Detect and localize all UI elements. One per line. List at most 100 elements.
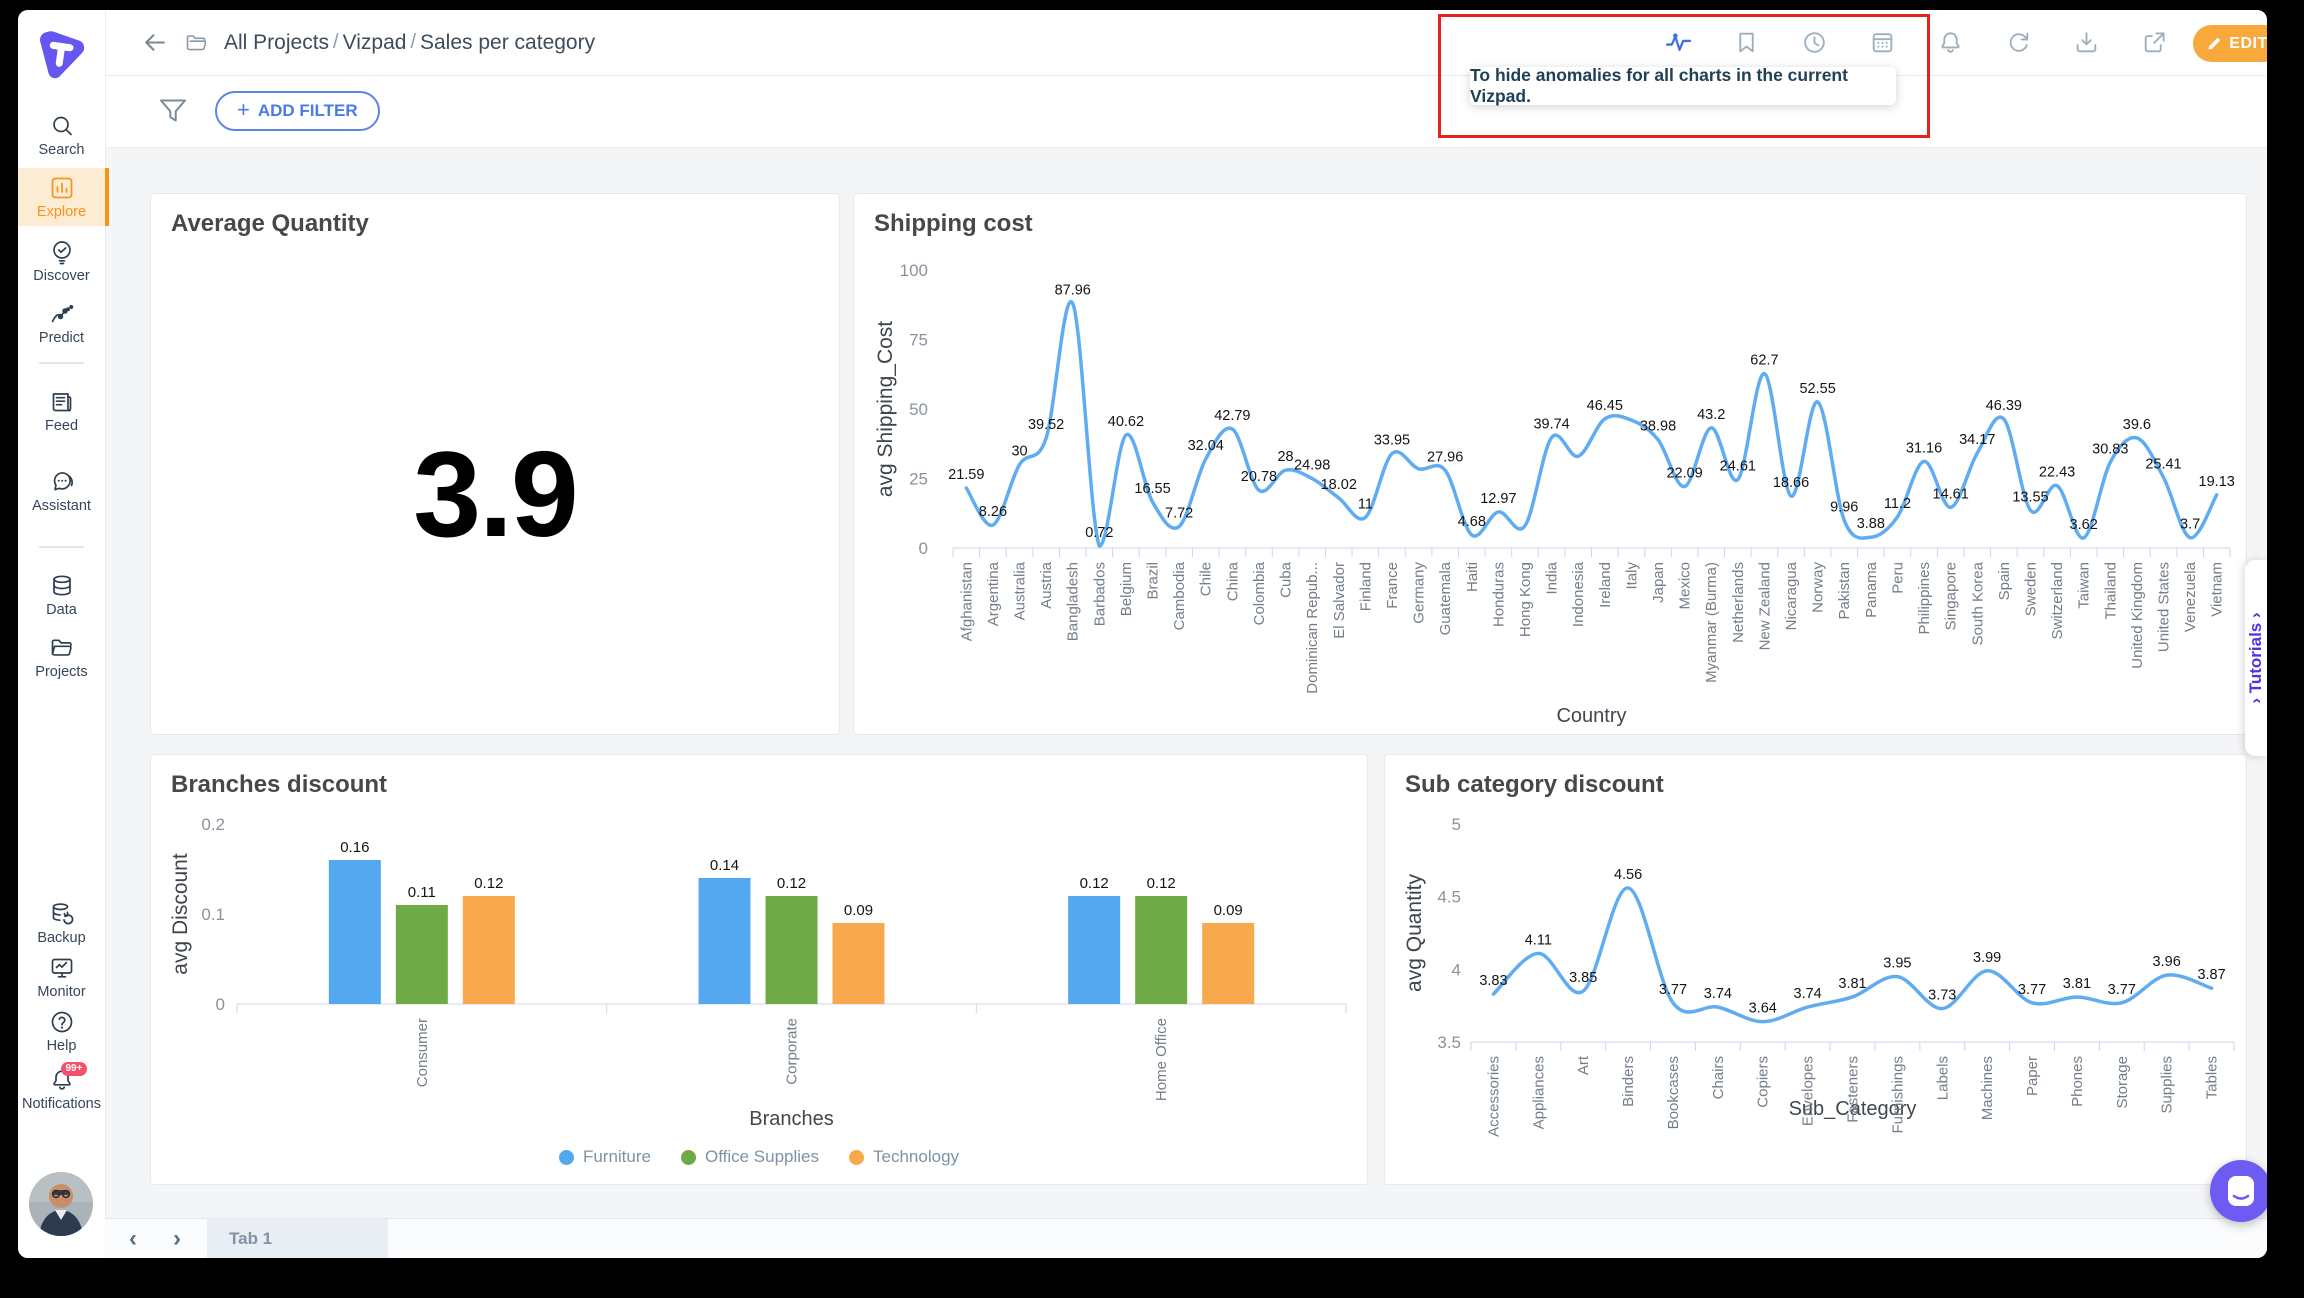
bookmark-icon[interactable] bbox=[1733, 29, 1760, 56]
notifications-icon: 99+ bbox=[49, 1067, 75, 1093]
breadcrumb-separator: / bbox=[410, 31, 416, 54]
svg-text:5: 5 bbox=[1452, 815, 1461, 834]
svg-text:Accessories: Accessories bbox=[1485, 1056, 1502, 1137]
back-arrow-icon[interactable] bbox=[141, 29, 168, 56]
sidebar-item-data[interactable]: Data bbox=[18, 566, 105, 624]
tab-next-button[interactable]: › bbox=[157, 1219, 197, 1258]
bar-furniture[interactable] bbox=[1068, 896, 1120, 1004]
add-filter-button[interactable]: + ADD FILTER bbox=[215, 91, 380, 131]
svg-text:Bangladesh: Bangladesh bbox=[1065, 562, 1082, 641]
sidebar-item-notifications[interactable]: 99+ Notifications bbox=[18, 1060, 105, 1118]
svg-text:3.73: 3.73 bbox=[1928, 988, 1956, 1004]
sidebar: Search Explore DiscoverPredict Feed Assistan… bbox=[18, 10, 106, 1258]
svg-text:0.12: 0.12 bbox=[777, 875, 806, 892]
breadcrumb-item[interactable]: Vizpad bbox=[343, 31, 407, 55]
sidebar-item-label: Explore bbox=[37, 204, 86, 220]
legend-dot bbox=[849, 1150, 864, 1165]
bar-technology[interactable] bbox=[463, 896, 515, 1004]
legend-dot bbox=[559, 1150, 574, 1165]
sidebar-item-label: Data bbox=[46, 602, 77, 618]
svg-text:12.97: 12.97 bbox=[1480, 491, 1516, 507]
bar-technology[interactable] bbox=[1202, 923, 1254, 1004]
legend-item-office-supplies[interactable]: Office Supplies bbox=[681, 1147, 819, 1167]
bar-furniture[interactable] bbox=[329, 860, 381, 1004]
share-icon[interactable] bbox=[2141, 29, 2168, 56]
sidebar-divider bbox=[39, 362, 84, 364]
filter-funnel-icon[interactable] bbox=[157, 95, 189, 127]
bar-office-supplies[interactable] bbox=[396, 905, 448, 1004]
sidebar-item-projects[interactable]: Projects bbox=[18, 628, 105, 686]
sidebar-item-discover[interactable]: Discover bbox=[18, 232, 105, 290]
svg-text:32.04: 32.04 bbox=[1188, 438, 1224, 454]
svg-text:0.1: 0.1 bbox=[201, 905, 225, 924]
sidebar-item-help[interactable]: Help bbox=[18, 1002, 105, 1060]
svg-text:Indonesia: Indonesia bbox=[1570, 561, 1587, 627]
legend-item-technology[interactable]: Technology bbox=[849, 1147, 959, 1167]
chat-bubble-button[interactable] bbox=[2210, 1160, 2267, 1222]
bell-icon[interactable] bbox=[1937, 29, 1964, 56]
svg-text:9.96: 9.96 bbox=[1830, 499, 1858, 515]
svg-text:100: 100 bbox=[900, 261, 928, 280]
svg-text:Appliances: Appliances bbox=[1530, 1056, 1547, 1129]
breadcrumb-item[interactable]: Sales per category bbox=[420, 31, 595, 55]
history-icon[interactable] bbox=[1801, 29, 1828, 56]
tutorials-button[interactable]: › Tutorials › bbox=[2245, 560, 2267, 756]
svg-text:Corporate: Corporate bbox=[784, 1018, 801, 1085]
branches-discount-chart[interactable]: 00.10.2avg DiscountBranchesConsumerCorpo… bbox=[151, 755, 1369, 1191]
svg-text:Austria: Austria bbox=[1038, 561, 1055, 608]
svg-text:Machines: Machines bbox=[1979, 1056, 1996, 1120]
data-icon bbox=[49, 573, 75, 599]
calendar-icon[interactable] bbox=[1869, 29, 1896, 56]
svg-text:62.7: 62.7 bbox=[1750, 353, 1778, 369]
card-average-quantity: Average Quantity 3.9 bbox=[150, 193, 840, 735]
tutorials-label: › Tutorials › bbox=[2246, 570, 2266, 746]
sidebar-item-search[interactable]: Search bbox=[18, 106, 105, 164]
svg-text:Panama: Panama bbox=[1863, 561, 1880, 618]
sidebar-item-label: Notifications bbox=[22, 1096, 101, 1112]
svg-text:25: 25 bbox=[909, 470, 928, 489]
bar-office-supplies[interactable] bbox=[1135, 896, 1187, 1004]
svg-text:Netherlands: Netherlands bbox=[1730, 562, 1747, 643]
bar-furniture[interactable] bbox=[699, 878, 751, 1004]
card-shipping-cost: Shipping cost 0255075100avg Shipping_Cos… bbox=[853, 193, 2247, 735]
feed-icon bbox=[49, 389, 75, 415]
svg-text:Switzerland: Switzerland bbox=[2049, 562, 2066, 640]
tellius-logo-icon[interactable] bbox=[32, 26, 90, 84]
sidebar-item-predict[interactable]: Predict bbox=[18, 294, 105, 352]
sidebar-item-monitor[interactable]: Monitor bbox=[18, 948, 105, 1006]
plus-icon: + bbox=[237, 97, 250, 123]
svg-text:Colombia: Colombia bbox=[1251, 561, 1268, 625]
bar-technology[interactable] bbox=[833, 923, 885, 1004]
svg-text:Home Office: Home Office bbox=[1153, 1018, 1170, 1101]
sidebar-item-feed[interactable]: Feed bbox=[18, 382, 105, 440]
svg-text:Singapore: Singapore bbox=[1943, 562, 1960, 630]
anomaly-icon[interactable] bbox=[1665, 29, 1692, 56]
vizpad-tab-bar: ‹ › Tab 1 bbox=[105, 1218, 2267, 1258]
monitor-icon bbox=[49, 955, 75, 981]
svg-text:28: 28 bbox=[1277, 449, 1293, 465]
svg-text:France: France bbox=[1384, 562, 1401, 609]
shipping-cost-chart[interactable]: 0255075100avg Shipping_CostCountryAfghan… bbox=[854, 194, 2248, 741]
legend-item-furniture[interactable]: Furniture bbox=[559, 1147, 651, 1167]
predict-icon bbox=[49, 301, 75, 327]
sidebar-item-explore[interactable]: Explore bbox=[18, 168, 109, 226]
svg-text:75: 75 bbox=[909, 331, 928, 350]
svg-text:Ireland: Ireland bbox=[1597, 562, 1614, 608]
user-avatar[interactable] bbox=[29, 1172, 93, 1236]
sidebar-item-backup[interactable]: Backup bbox=[18, 894, 105, 952]
edit-button[interactable]: EDIT bbox=[2193, 25, 2267, 62]
filter-bar: + ADD FILTER bbox=[105, 75, 2267, 148]
tab-1[interactable]: Tab 1 bbox=[207, 1219, 388, 1258]
sidebar-item-assistant[interactable]: Assistant bbox=[18, 462, 105, 520]
sync-icon[interactable] bbox=[2005, 29, 2032, 56]
svg-text:Phones: Phones bbox=[2069, 1056, 2086, 1107]
subcategory-discount-chart[interactable]: 3.544.55avg QuantitySub_CategoryAccessor… bbox=[1385, 755, 2248, 1191]
tab-prev-button[interactable]: ‹ bbox=[113, 1219, 153, 1258]
svg-text:34.17: 34.17 bbox=[1959, 432, 1995, 448]
svg-text:39.74: 39.74 bbox=[1533, 417, 1569, 433]
bar-office-supplies[interactable] bbox=[766, 896, 818, 1004]
svg-text:50: 50 bbox=[909, 400, 928, 419]
breadcrumb-item[interactable]: All Projects bbox=[224, 31, 329, 55]
svg-text:22.43: 22.43 bbox=[2039, 465, 2075, 481]
download-icon[interactable] bbox=[2073, 29, 2100, 56]
